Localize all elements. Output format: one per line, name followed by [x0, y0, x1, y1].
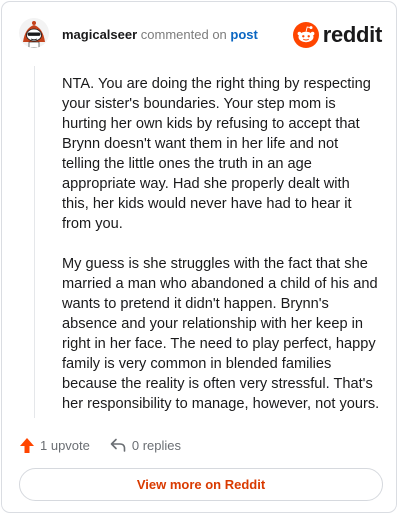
- reply-arrow-icon: [110, 438, 126, 452]
- comment-paragraph: My guess is she struggles with the fact …: [62, 256, 380, 412]
- snoo-avatar-icon: [19, 18, 49, 48]
- reddit-logo[interactable]: reddit: [292, 21, 383, 48]
- thread-line: [34, 66, 35, 418]
- upvote-arrow-icon: [20, 437, 34, 453]
- comment-actions: 1 upvote 0 replies: [20, 434, 181, 456]
- embedded-comment-card: magicalseer commented on post reddit NTA…: [1, 1, 397, 513]
- upvote-count: 1 upvote: [40, 437, 90, 453]
- replies-button[interactable]: 0 replies: [110, 438, 181, 453]
- username-link[interactable]: magicalseer: [62, 27, 137, 42]
- view-more-button[interactable]: View more on Reddit: [19, 468, 383, 501]
- reddit-wordmark: reddit: [322, 21, 383, 47]
- comment-header: magicalseer commented on post reddit: [2, 2, 396, 68]
- upvote-button[interactable]: 1 upvote: [20, 437, 90, 453]
- action-text: commented on: [140, 27, 227, 42]
- comment-paragraph: NTA. You are doing the right thing by re…: [62, 76, 371, 232]
- comment-meta: magicalseer commented on post: [62, 27, 258, 42]
- replies-count: 0 replies: [131, 437, 182, 453]
- comment-body: NTA. You are doing the right thing by re…: [62, 74, 380, 434]
- post-link[interactable]: post: [230, 27, 257, 42]
- reddit-snoo-icon: [292, 21, 319, 48]
- user-avatar[interactable]: [19, 18, 49, 48]
